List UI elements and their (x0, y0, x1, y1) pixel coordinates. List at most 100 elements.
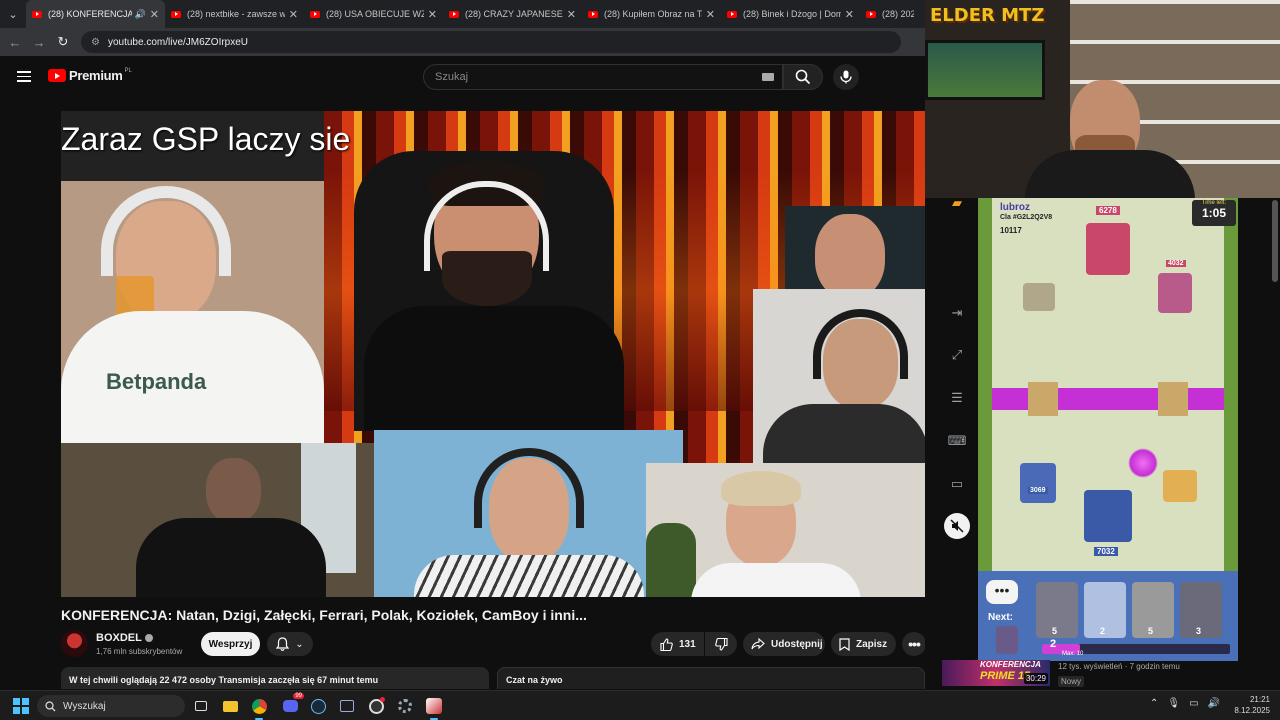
close-icon[interactable]: ✕ (706, 8, 715, 21)
chrome-icon[interactable] (249, 696, 269, 720)
tab-konferencja[interactable]: (28) KONFERENCJA: N 🔊 ✕ (26, 0, 165, 28)
keyboard-icon[interactable]: ⌨ (946, 430, 968, 452)
close-icon[interactable]: ✕ (428, 8, 437, 21)
webcam-bottom-right (646, 463, 925, 597)
close-icon[interactable]: ✕ (150, 8, 159, 21)
game-app-icon[interactable] (424, 696, 444, 720)
next-card (996, 626, 1018, 654)
save-button[interactable]: Zapisz (831, 632, 896, 656)
tab-search-icon[interactable]: ⌄ (0, 0, 26, 28)
youtube-favicon-icon (171, 10, 181, 18)
card-2-cost: 2 (1100, 626, 1106, 636)
mute-button[interactable] (944, 513, 970, 539)
description-box[interactable]: W tej chwili oglądają 22 472 osoby Trans… (61, 667, 489, 689)
more-options-button[interactable]: ••• (902, 632, 926, 656)
join-button[interactable]: Wesprzyj (201, 632, 260, 656)
system-clock[interactable]: 21:21 8.12.2025 (1230, 694, 1270, 716)
close-icon[interactable]: ✕ (289, 8, 298, 21)
enemy-left-tower-ruins (1023, 283, 1055, 311)
url-text: youtube.com/live/JM6ZOIrpxeU (107, 36, 249, 48)
thumbs-down-icon (714, 637, 728, 651)
youtube-favicon-icon (727, 10, 737, 18)
site-settings-icon[interactable]: ⚙ (91, 37, 100, 48)
scrollbar[interactable] (1272, 200, 1278, 282)
close-icon[interactable]: ✕ (567, 8, 576, 21)
person-body (763, 404, 925, 463)
file-explorer-icon[interactable] (220, 696, 240, 716)
arena-border-left (978, 198, 992, 573)
tab-title: (28) Binek i Dżogo | Dom (743, 9, 841, 19)
like-button[interactable]: 131 (651, 632, 704, 656)
share-button[interactable]: Udostępnij (743, 632, 825, 656)
discord-icon[interactable]: 99 (280, 693, 304, 716)
webcam-bottom-left (61, 443, 374, 597)
clock-time: 21:21 (1249, 695, 1270, 704)
chevron-up-icon[interactable]: ⌃ (1150, 698, 1158, 709)
person-body (364, 306, 624, 431)
like-count: 131 (679, 638, 696, 650)
steam-icon[interactable] (308, 696, 328, 716)
search-input[interactable]: Szukaj (423, 64, 783, 90)
video-player[interactable]: Betpanda Zaraz GSP laczy sie (61, 111, 925, 597)
url-field[interactable]: ⚙ youtube.com/live/JM6ZOIrpxeU (81, 31, 901, 53)
bell-icon (276, 637, 290, 651)
live-chat-label: Czat na żywo (506, 675, 563, 685)
expand-icon[interactable]: ⤢ (946, 344, 968, 366)
search-button[interactable] (783, 64, 823, 90)
headphones (474, 448, 584, 528)
taskbar-search[interactable]: Wyszukaj (37, 695, 185, 717)
live-chat-header[interactable]: Czat na żywo (497, 667, 925, 689)
game-overlay: lubroz Cla #G2L2Q2V8 10117 Time left: 1:… (978, 198, 1238, 661)
recommended-video-thumbnail[interactable]: KONFERENCJA PRIME 15 30:29 (942, 660, 1050, 686)
more-dots-icon: ••• (908, 636, 921, 652)
thumbs-up-icon (660, 637, 673, 651)
speaker-icon[interactable]: 🔊 (135, 9, 146, 20)
verified-icon (144, 634, 153, 643)
keyboard-icon[interactable] (762, 73, 774, 81)
search-placeholder: Szukaj (435, 71, 469, 83)
recommended-video-meta: 12 tys. wyświetleń · 7 godzin temu (1058, 662, 1180, 671)
reload-icon[interactable]: ↻ (51, 30, 75, 54)
youtube-header: Premium PL Szukaj (0, 56, 925, 98)
card-4-cost: 3 (1196, 626, 1202, 636)
microphone-icon[interactable]: 🎙 (1167, 698, 1180, 709)
notification-button[interactable]: ⌄ (267, 632, 313, 656)
tab-crazy-japanese[interactable]: (28) CRAZY JAPANESE SIM ✕ (443, 0, 582, 28)
channel-name[interactable]: BOXDEL (96, 632, 153, 644)
label-icon[interactable]: ▭ (946, 473, 968, 495)
tab-binek[interactable]: (28) Binek i Dżogo | Dom ✕ (721, 0, 860, 28)
channel-avatar[interactable] (61, 630, 88, 657)
bridge-right (1158, 382, 1188, 416)
tab-nextbike[interactable]: (28) nextbike - zawsze wy ✕ (165, 0, 304, 28)
webcam-right-middle (753, 289, 925, 463)
voice-search-button[interactable] (833, 64, 859, 90)
speaker-icon[interactable]: 🔊 (1208, 698, 1220, 709)
aquarium (925, 40, 1045, 100)
youtube-favicon-icon (449, 10, 459, 18)
task-view-icon[interactable] (191, 696, 211, 716)
sliders-icon[interactable]: ☰ (946, 387, 968, 409)
display-icon[interactable]: ▭ (1189, 698, 1198, 709)
menu-icon[interactable] (17, 71, 31, 82)
tab-usa[interactable]: (28) USA OBIECUJE WZM ✕ (304, 0, 443, 28)
windows-start-icon[interactable] (13, 698, 29, 714)
settings-gear-icon[interactable] (395, 696, 415, 716)
tab-obraz[interactable]: (28) Kupiłem Obraz na Ta ✕ (582, 0, 721, 28)
chevron-down-icon: ⌄ (295, 638, 304, 650)
river (978, 388, 1238, 410)
youtube-logo[interactable]: Premium PL (48, 68, 132, 83)
tab-2026[interactable]: (28) 2026 MC (860, 0, 920, 28)
obs-icon[interactable] (366, 696, 386, 716)
webcam-top-left: Betpanda (61, 181, 324, 443)
close-icon[interactable]: ✕ (845, 8, 854, 21)
webcam-center (324, 131, 654, 431)
person-body (414, 555, 644, 597)
enter-icon[interactable]: ⇥ (946, 302, 968, 324)
back-arrow-icon[interactable]: ← (3, 30, 27, 54)
person-body (691, 563, 861, 597)
forward-arrow-icon[interactable]: → (27, 30, 51, 54)
headphones (101, 186, 231, 276)
discord-notification-badge: 99 (293, 693, 304, 699)
xbox-icon[interactable] (337, 696, 357, 716)
dislike-button[interactable] (705, 632, 737, 656)
